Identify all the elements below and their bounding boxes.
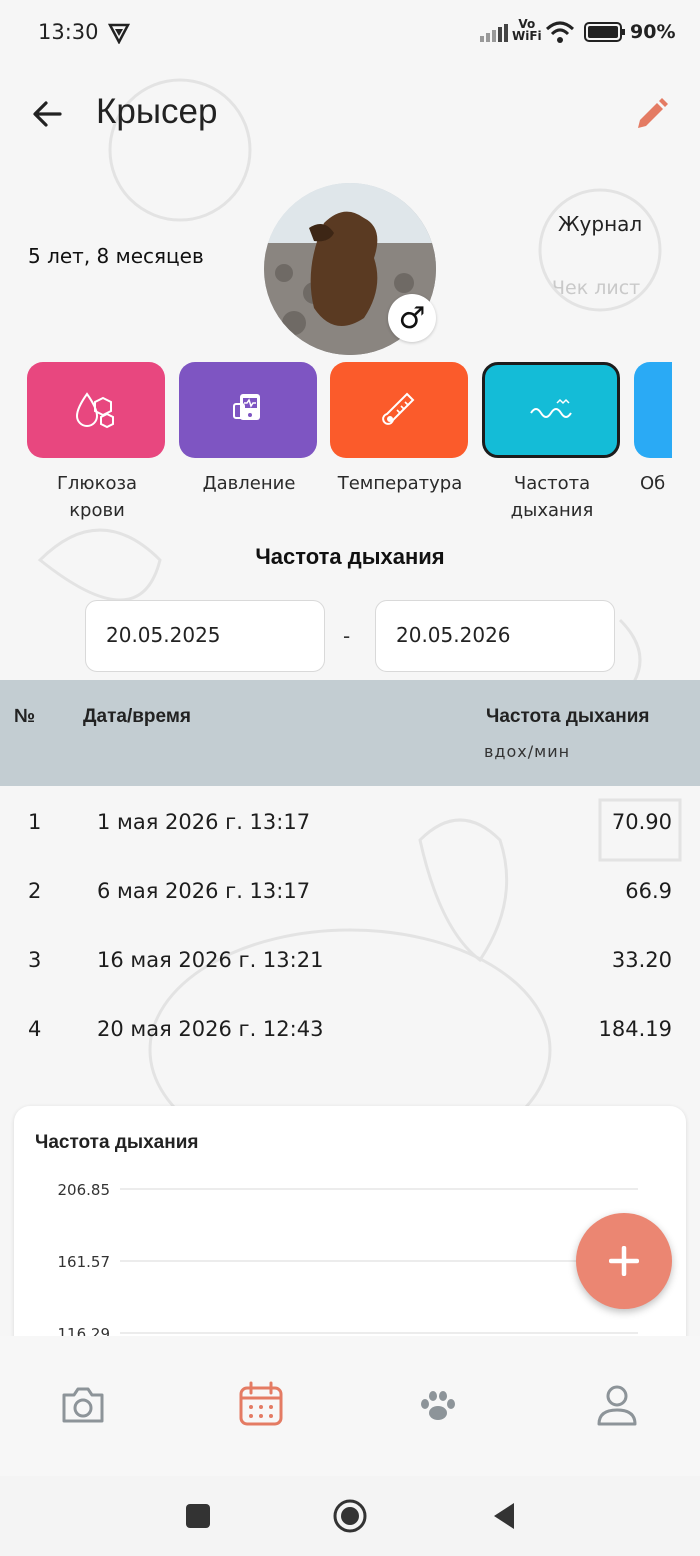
category-label: Температура <box>337 473 463 494</box>
row-date: 1 мая 2026 г. 13:17 <box>97 810 311 834</box>
wifi-icon <box>545 21 575 43</box>
category-pressure[interactable]: Давление <box>179 362 319 497</box>
gender-badge: ♂ <box>388 294 436 342</box>
breathing-rate-chart: 206.85 161.57 116.29 <box>58 1181 638 1336</box>
category-label: Частота дыхания <box>510 473 594 521</box>
row-date: 6 мая 2026 г. 13:17 <box>97 879 311 903</box>
row-date: 20 мая 2026 г. 12:43 <box>97 1017 324 1041</box>
checklist-link[interactable]: Чек лист <box>552 277 640 299</box>
date-from-field[interactable]: 20.05.2025 <box>85 600 325 672</box>
paw-icon[interactable] <box>413 1380 463 1430</box>
category-tile[interactable] <box>482 362 620 458</box>
date-to-field[interactable]: 20.05.2026 <box>375 600 615 672</box>
pet-age: 5 лет, 8 месяцев <box>28 244 204 268</box>
drops-icon <box>75 392 114 429</box>
category-label: Об <box>640 473 666 494</box>
row-number: 2 <box>28 879 42 903</box>
category-tile[interactable] <box>330 362 468 458</box>
home-icon[interactable] <box>332 1498 368 1534</box>
category-tile[interactable] <box>634 362 672 458</box>
bottom-navigation <box>0 1336 700 1476</box>
back-nav-icon[interactable] <box>486 1498 522 1534</box>
table-row[interactable]: 1 1 мая 2026 г. 13:17 70.90 <box>0 792 700 852</box>
battery-percent: 90% <box>630 21 676 43</box>
category-tile[interactable] <box>179 362 317 458</box>
chart-y-tick-label: 206.85 <box>58 1181 111 1199</box>
male-icon: ♂ <box>398 300 426 336</box>
add-record-button[interactable] <box>576 1213 672 1309</box>
calendar-icon[interactable] <box>236 1380 286 1430</box>
row-value: 70.90 <box>611 810 672 834</box>
thermometer-icon <box>382 392 415 425</box>
section-title: Частота дыхания <box>255 544 445 569</box>
plus-icon <box>609 1246 639 1276</box>
vpn-icon <box>108 23 130 44</box>
journal-link[interactable]: Журнал <box>558 212 642 236</box>
category-breathing-rate[interactable]: Частота дыхания <box>482 362 622 524</box>
recent-apps-icon[interactable] <box>180 1498 216 1534</box>
status-bar: 13:30 Vo WiFi 90% <box>0 0 700 66</box>
table-row[interactable]: 3 16 мая 2026 г. 13:21 33.20 <box>0 930 700 990</box>
breath-wave-icon <box>530 398 572 418</box>
profile-icon[interactable] <box>592 1380 642 1430</box>
signal-icon <box>480 24 508 42</box>
pencil-icon[interactable] <box>632 96 670 134</box>
row-number: 1 <box>28 810 42 834</box>
row-number: 4 <box>28 1017 42 1041</box>
category-tile[interactable] <box>27 362 165 458</box>
row-number: 3 <box>28 948 42 972</box>
back-arrow-icon[interactable] <box>30 96 66 132</box>
category-scroller[interactable]: Глюкоза крови Давление Температура Часто… <box>0 362 672 532</box>
table-header: № Дата/время Частота дыхания вдох/мин <box>0 680 700 786</box>
category-temperature[interactable]: Температура <box>330 362 470 497</box>
chart-y-tick-label: 161.57 <box>58 1253 111 1271</box>
system-navigation-bar <box>0 1476 700 1556</box>
blood-pressure-icon <box>233 394 260 420</box>
table-row[interactable]: 2 6 мая 2026 г. 13:17 66.9 <box>0 861 700 921</box>
row-value: 33.20 <box>611 948 672 972</box>
camera-icon[interactable] <box>58 1380 108 1430</box>
page-title: Крысер <box>96 92 218 131</box>
category-glucose[interactable]: Глюкоза крови <box>27 362 167 524</box>
category-partial[interactable]: Об <box>634 362 672 497</box>
column-value: Частота дыхания <box>486 706 650 727</box>
date-separator: - <box>343 624 351 648</box>
category-label: Давление <box>202 473 296 494</box>
row-value: 184.19 <box>598 1017 672 1041</box>
column-number: № <box>14 706 36 727</box>
row-date: 16 мая 2026 г. 13:21 <box>97 948 324 972</box>
chart-y-tick-label: 116.29 <box>58 1325 111 1336</box>
row-value: 66.9 <box>625 879 672 903</box>
column-value-unit: вдох/мин <box>484 742 571 761</box>
table-row[interactable]: 4 20 мая 2026 г. 12:43 184.19 <box>0 999 700 1059</box>
status-time: 13:30 <box>38 20 99 44</box>
battery-icon <box>584 22 625 42</box>
vowifi-indicator: Vo WiFi <box>512 17 542 43</box>
category-label: Глюкоза крови <box>56 473 138 521</box>
column-date: Дата/время <box>83 706 191 727</box>
